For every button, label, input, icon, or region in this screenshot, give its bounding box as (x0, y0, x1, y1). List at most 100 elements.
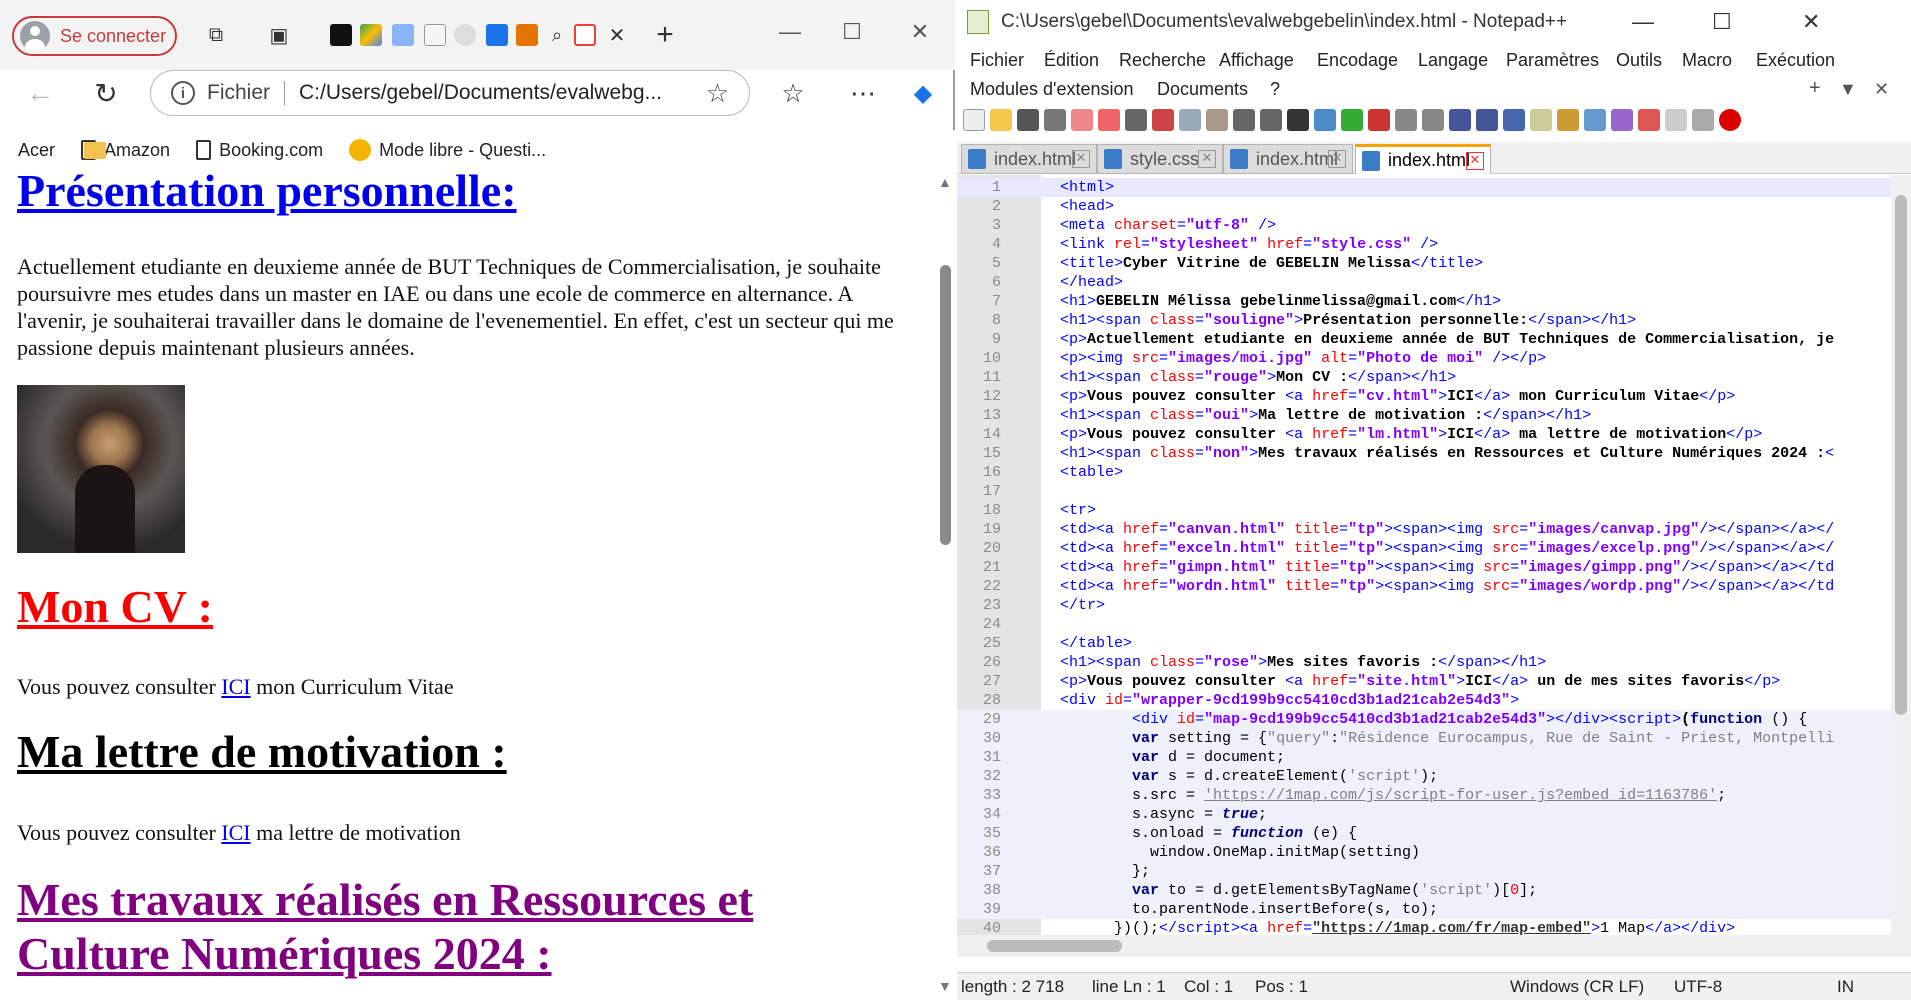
tab-index-active[interactable]: index.html ✕ (1355, 144, 1491, 174)
sync-h-icon[interactable] (1422, 109, 1444, 131)
page-scrollbar[interactable]: ▲ ▼ (935, 170, 955, 1000)
tab-page-icon[interactable] (424, 24, 446, 46)
print-icon[interactable] (1125, 109, 1147, 131)
bookmark-acer[interactable]: Acer (18, 140, 106, 161)
monitor-icon[interactable] (1665, 109, 1687, 131)
dropdown-icon[interactable]: ▼ (1839, 79, 1857, 100)
tab-search-icon[interactable]: ⌕ (544, 22, 570, 48)
copilot-icon[interactable]: ◆ (905, 75, 941, 111)
code-line: 40 })();</script><a href="https://1map.c… (982, 920, 1736, 935)
paste-icon[interactable] (1206, 109, 1228, 131)
menu-help[interactable]: ? (1270, 79, 1280, 100)
favorite-star-icon[interactable]: ☆ (706, 78, 729, 109)
open-file-icon[interactable] (990, 109, 1012, 131)
find-icon[interactable] (1287, 109, 1309, 131)
save-all-icon[interactable] (1044, 109, 1066, 131)
sign-in-button[interactable]: Se connecter (12, 16, 177, 56)
close-doc-icon[interactable]: ✕ (1874, 79, 1889, 100)
tab-book-icon[interactable] (486, 24, 508, 46)
close-tab-icon[interactable]: ✕ (1328, 150, 1346, 168)
new-tab-icon[interactable]: + (652, 18, 678, 51)
minimize-icon[interactable]: — (770, 14, 810, 50)
tab-favicon-1[interactable] (330, 24, 352, 46)
lang-icon[interactable] (1530, 109, 1552, 131)
cut-icon[interactable] (1152, 109, 1174, 131)
undo-icon[interactable] (1233, 109, 1255, 131)
editor-horizontal-scrollbar[interactable] (957, 935, 1911, 957)
close-window-icon[interactable]: ✕ (900, 14, 940, 50)
scroll-up-icon[interactable]: ▲ (938, 174, 952, 190)
menu-langage[interactable]: Langage (1418, 50, 1488, 71)
address-bar[interactable]: i Fichier C:/Users/gebel/Documents/evalw… (150, 70, 750, 116)
view-icon[interactable] (1692, 109, 1714, 131)
workspaces-icon[interactable]: ⧉ (203, 22, 229, 48)
menu-recherche[interactable]: Recherche (1119, 50, 1206, 71)
zoom-out-icon[interactable] (1368, 109, 1390, 131)
editor-vertical-scrollbar[interactable] (1891, 175, 1911, 935)
info-icon[interactable]: i (171, 81, 195, 105)
close-tab-icon[interactable]: ✕ (1198, 150, 1216, 168)
tab-actions-icon[interactable]: ▣ (266, 22, 292, 48)
doc-map-icon[interactable] (1557, 109, 1579, 131)
bookmark-booking[interactable]: Booking.com (196, 140, 323, 161)
menu-execution[interactable]: Exécution (1756, 50, 1835, 71)
folder-workspace-icon[interactable] (1638, 109, 1660, 131)
file-icon (1104, 149, 1122, 169)
tab-drive-icon[interactable] (360, 24, 382, 46)
new-file-icon[interactable] (963, 109, 985, 131)
refresh-icon[interactable]: ↻ (88, 75, 124, 111)
close-tab-icon[interactable]: ✕ (1072, 150, 1090, 168)
zoom-in-icon[interactable] (1341, 109, 1363, 131)
bookmark-mode-libre[interactable]: Mode libre - Questi... (349, 139, 546, 161)
wrap-icon[interactable] (1449, 109, 1471, 131)
copy-icon[interactable] (1179, 109, 1201, 131)
close-file-icon[interactable] (1071, 109, 1093, 131)
code-line: 7 <h1>GEBELIN Mélissa gebelinmelissa@gmai… (991, 293, 1502, 310)
menu-affichage[interactable]: Affichage (1219, 50, 1294, 71)
redo-icon[interactable] (1260, 109, 1282, 131)
menu-parametres[interactable]: Paramètres (1506, 50, 1599, 71)
menu-macro[interactable]: Macro (1682, 50, 1732, 71)
close-tab-icon[interactable]: ✕ (604, 22, 630, 48)
show-all-chars-icon[interactable] (1476, 109, 1498, 131)
code-line: 34 s.async = true; (957, 805, 1911, 824)
tab-index-1[interactable]: index.html ✕ (961, 144, 1097, 174)
menu-edition[interactable]: Édition (1044, 50, 1099, 71)
tab-docs-icon[interactable] (392, 24, 414, 46)
scroll-thumb[interactable] (987, 940, 1122, 952)
scroll-thumb[interactable] (1895, 195, 1907, 715)
maximize-icon[interactable]: ☐ (1712, 9, 1732, 35)
favorites-icon[interactable]: ☆ (775, 75, 811, 111)
lm-link[interactable]: ICI (221, 820, 250, 845)
tab-style-css[interactable]: style.css ✕ (1097, 144, 1223, 174)
more-menu-icon[interactable]: ⋯ (845, 75, 881, 111)
save-icon[interactable] (1017, 109, 1039, 131)
address-url[interactable]: C:/Users/gebel/Documents/evalwebg... (299, 81, 662, 105)
replace-icon[interactable] (1314, 109, 1336, 131)
code-editor[interactable]: 1 <html> 2 <head> 3 <meta charset="utf-8" /… (957, 175, 1911, 935)
menu-documents[interactable]: Documents (1157, 79, 1248, 100)
tab-gmail-icon[interactable] (574, 24, 596, 46)
tab-bars-icon[interactable] (516, 24, 538, 46)
close-all-icon[interactable] (1098, 109, 1120, 131)
tab-index-2[interactable]: index.html ✕ (1223, 144, 1353, 174)
sync-v-icon[interactable] (1395, 109, 1417, 131)
scroll-thumb[interactable] (940, 265, 951, 545)
minimize-icon[interactable]: — (1632, 9, 1654, 35)
menu-fichier[interactable]: Fichier (970, 50, 1024, 71)
menu-encodage[interactable]: Encodage (1317, 50, 1398, 71)
indent-guide-icon[interactable] (1503, 109, 1525, 131)
tab-openai-icon[interactable] (454, 24, 476, 46)
back-icon[interactable]: ← (22, 75, 58, 111)
doc-list-icon[interactable] (1584, 109, 1606, 131)
scroll-down-icon[interactable]: ▼ (938, 978, 952, 994)
maximize-icon[interactable]: ☐ (832, 14, 872, 50)
menu-modules[interactable]: Modules d'extension (970, 79, 1134, 100)
func-list-icon[interactable] (1611, 109, 1633, 131)
record-macro-icon[interactable] (1719, 109, 1741, 131)
add-icon[interactable]: + (1809, 77, 1821, 100)
menu-outils[interactable]: Outils (1616, 50, 1662, 71)
close-window-icon[interactable]: ✕ (1802, 9, 1820, 35)
cv-link[interactable]: ICI (221, 674, 250, 699)
close-tab-icon[interactable]: ✕ (1466, 152, 1484, 170)
